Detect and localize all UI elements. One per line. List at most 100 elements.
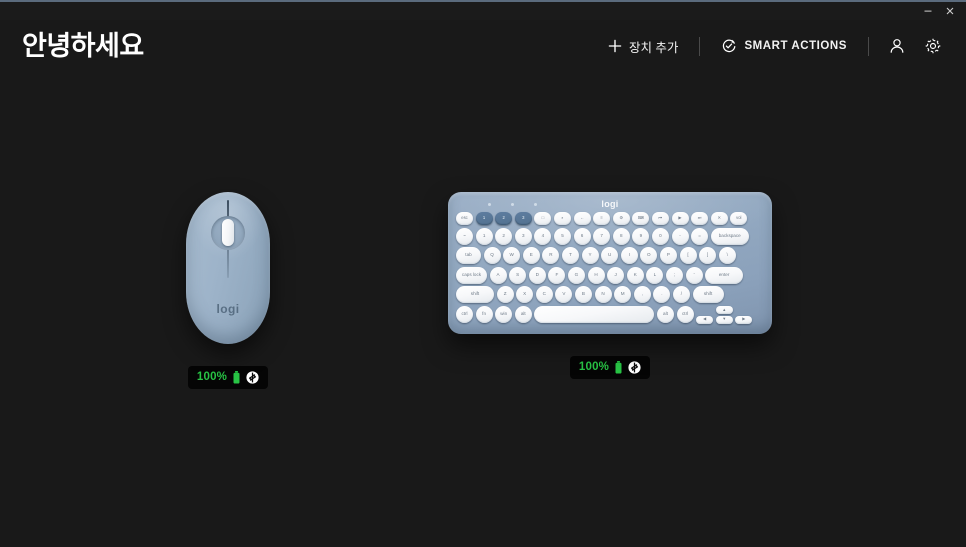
keyboard-top-strip: logi — [456, 198, 764, 212]
keyboard-key: ⌨ — [632, 212, 650, 225]
keyboard-key: I — [620, 247, 638, 265]
keyboard-key: vol — [730, 212, 748, 225]
keyboard-arrow-stack: ▲ ▼ — [715, 305, 733, 324]
device-card-keyboard[interactable]: logi esc 1 2 3 □ ⌕ ← ≡ ⚙ ⌨ ⏮ ▶ ⏭ ✕ vol ~1 2 3 4 5 6 7 8 9 0- = bac… — [430, 192, 790, 379]
battery-percent-keyboard: 100% — [578, 360, 610, 373]
keyboard-row: esc 1 2 3 □ ⌕ ← ≡ ⚙ ⌨ ⏮ ▶ ⏭ ✕ vol — [456, 212, 764, 225]
keyboard-key-arrow-right: ▶ — [735, 315, 753, 324]
keyboard-key: ▶ — [671, 212, 689, 225]
keyboard-key: ⚙ — [612, 212, 630, 225]
keyboard-key: ; — [665, 266, 683, 284]
keyboard-key: , — [633, 286, 651, 304]
close-button[interactable] — [940, 3, 960, 19]
gear-icon — [925, 38, 941, 54]
device-stage: logi 100% logi esc 1 2 3 □ ⌕ ← ≡ ⚙ ⌨ ⏮ ▶… — [0, 72, 966, 547]
smart-actions-label: SMART ACTIONS — [744, 40, 847, 52]
mouse-artwork: logi — [186, 192, 270, 344]
keyboard-key: P — [659, 247, 677, 265]
keyboard-key: 1 — [475, 212, 493, 225]
keyboard-key: □ — [534, 212, 552, 225]
keyboard-key: X — [516, 286, 534, 304]
keyboard-key: ctrl — [676, 305, 694, 323]
keyboard-key: W — [503, 247, 521, 265]
keyboard-key: alt — [656, 305, 674, 323]
keyboard-key: 8 — [612, 227, 630, 245]
device-card-mouse[interactable]: logi 100% — [133, 192, 323, 389]
keyboard-key: D — [528, 266, 546, 284]
keyboard-key: [ — [679, 247, 697, 265]
keyboard-key: 7 — [593, 227, 611, 245]
keyboard-key: L — [646, 266, 664, 284]
keyboard-key: caps lock — [456, 266, 487, 284]
keyboard-key: ] — [699, 247, 717, 265]
keyboard-row: tab Q W E R T Y U I O P[] \ — [456, 247, 764, 265]
keyboard-key: esc — [456, 212, 473, 225]
keyboard-key: ⏮ — [651, 212, 669, 225]
keyboard-key: F — [548, 266, 566, 284]
keyboard-key: tab — [456, 247, 481, 265]
battery-badge-mouse[interactable]: 100% — [187, 366, 269, 389]
keyboard-key: N — [594, 286, 612, 304]
app-header: 안녕하세요 장치 추가 SMART ACTIONS — [0, 20, 966, 72]
keyboard-key: 3 — [514, 212, 532, 225]
keyboard-key: A — [489, 266, 507, 284]
add-device-button[interactable]: 장치 추가 — [600, 31, 686, 62]
close-icon — [946, 7, 954, 15]
keyboard-key: E — [522, 247, 540, 265]
smart-actions-button[interactable]: SMART ACTIONS — [713, 32, 855, 60]
battery-full-icon — [615, 361, 622, 374]
header-actions: 장치 추가 SMART ACTIONS — [600, 31, 948, 62]
keyboard-key: T — [561, 247, 579, 265]
app-window: 안녕하세요 장치 추가 SMART ACTIONS logi 100% logi… — [0, 0, 966, 547]
keyboard-key: ⌕ — [553, 212, 571, 225]
keyboard-key: ctrl — [456, 305, 473, 323]
keyboard-key: H — [587, 266, 605, 284]
title-bar — [0, 2, 966, 20]
keyboard-row: caps lock A S D F G H J K L; ' enter — [456, 266, 764, 284]
keyboard-key-arrow-left: ◀ — [696, 315, 714, 324]
keyboard-key: . — [653, 286, 671, 304]
keyboard-key: C — [535, 286, 553, 304]
keyboard-key: U — [601, 247, 619, 265]
header-divider-2 — [868, 36, 869, 56]
battery-badge-keyboard[interactable]: 100% — [569, 356, 651, 379]
keyboard-row: ctrl fn win alt alt ctrl ◀ ▲ ▼ ▶ — [456, 305, 764, 324]
keyboard-key: ≡ — [593, 212, 611, 225]
keyboard-key — [534, 305, 655, 323]
keyboard-key: 5 — [553, 227, 571, 245]
easy-switch-icon — [246, 371, 259, 384]
keyboard-key: \ — [718, 247, 736, 265]
keyboard-key: enter — [705, 266, 744, 284]
minimize-button[interactable] — [918, 3, 938, 19]
keyboard-key-arrow-down: ▼ — [715, 315, 733, 324]
keyboard-key: ~ — [456, 227, 473, 245]
check-circle-arrow-icon — [723, 39, 736, 53]
keyboard-key: M — [614, 286, 632, 304]
keyboard-brand-logo: logi — [601, 199, 619, 209]
mouse-scroll-wheel — [222, 219, 234, 246]
keyboard-key: backspace — [710, 227, 749, 245]
account-button[interactable] — [882, 31, 912, 61]
keyboard-key: ← — [573, 212, 591, 225]
keyboard-key: K — [626, 266, 644, 284]
settings-button[interactable] — [918, 31, 948, 61]
mouse-brand-logo: logi — [216, 302, 240, 316]
keyboard-key: ' — [685, 266, 703, 284]
keyboard-key: alt — [514, 305, 532, 323]
keyboard-key: / — [672, 286, 690, 304]
keyboard-key: J — [607, 266, 625, 284]
keyboard-key: Z — [496, 286, 514, 304]
keyboard-key: G — [567, 266, 585, 284]
keyboard-key: 4 — [534, 227, 552, 245]
keyboard-key: 3 — [514, 227, 532, 245]
keyboard-key: shift — [456, 286, 494, 304]
keyboard-artwork: logi esc 1 2 3 □ ⌕ ← ≡ ⚙ ⌨ ⏮ ▶ ⏭ ✕ vol ~1 2 3 4 5 6 7 8 9 0- = bac… — [448, 192, 772, 334]
add-device-label: 장치 추가 — [628, 40, 679, 55]
keyboard-key: 0 — [651, 227, 669, 245]
header-divider-1 — [699, 36, 701, 56]
battery-percent-mouse: 100% — [196, 370, 228, 383]
keyboard-key: R — [542, 247, 560, 265]
keyboard-body: logi esc 1 2 3 □ ⌕ ← ≡ ⚙ ⌨ ⏮ ▶ ⏭ ✕ vol ~1 2 3 4 5 6 7 8 9 0- = bac… — [448, 192, 772, 334]
keyboard-key: ⏭ — [691, 212, 709, 225]
person-icon — [890, 39, 904, 53]
